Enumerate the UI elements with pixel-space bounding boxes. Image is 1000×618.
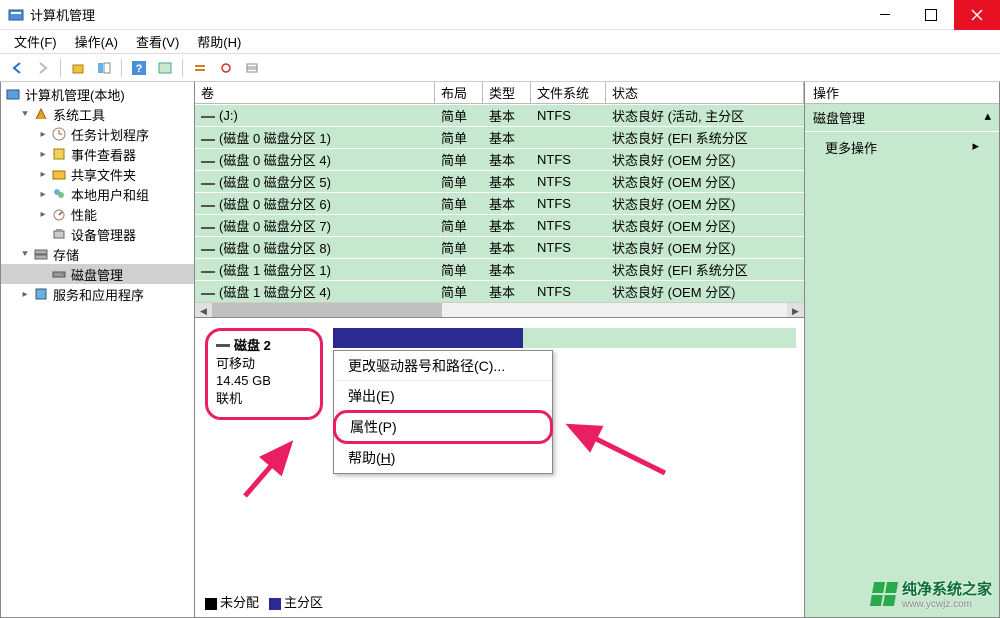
scroll-right-button[interactable]: ▶: [787, 303, 804, 318]
tree-event-viewer[interactable]: ▸事件查看器: [1, 144, 194, 164]
actions-pane: 操作 磁盘管理▴ 更多操作▸: [805, 82, 1000, 618]
disk-graphical-view[interactable]: 磁盘 2 可移动 14.45 GB 联机 更改驱动器号和路径(C)... 弹出(…: [195, 318, 804, 617]
col-fs[interactable]: 文件系统: [531, 82, 606, 103]
volume-row[interactable]: (磁盘 0 磁盘分区 6) 简单 基本 NTFS 状态良好 (OEM 分区): [195, 192, 804, 214]
menu-help[interactable]: 帮助(H): [189, 30, 249, 53]
back-button[interactable]: [6, 57, 28, 79]
menu-change-drive-letter[interactable]: 更改驱动器号和路径(C)...: [334, 351, 552, 381]
tree-local-users[interactable]: ▸本地用户和组: [1, 184, 194, 204]
tree-disk-management[interactable]: 磁盘管理: [1, 264, 194, 284]
annotation-arrow-1: [235, 436, 315, 511]
tree-device-manager[interactable]: 设备管理器: [1, 224, 194, 244]
toolbar-view-button[interactable]: [154, 57, 176, 79]
chevron-right-icon: ▸: [972, 138, 979, 157]
navigation-tree[interactable]: 计算机管理(本地) ⯆系统工具 ▸任务计划程序 ▸事件查看器 ▸共享文件夹 ▸本…: [0, 82, 195, 618]
actions-title[interactable]: 磁盘管理▴: [805, 104, 999, 132]
scroll-left-button[interactable]: ◀: [195, 303, 212, 318]
forward-button[interactable]: [32, 57, 54, 79]
tree-shared-folders[interactable]: ▸共享文件夹: [1, 164, 194, 184]
toolbar-refresh-button[interactable]: [215, 57, 237, 79]
volume-row[interactable]: (磁盘 0 磁盘分区 8) 简单 基本 NTFS 状态良好 (OEM 分区): [195, 236, 804, 258]
col-type[interactable]: 类型: [483, 82, 531, 103]
tree-performance[interactable]: ▸性能: [1, 204, 194, 224]
tree-system-tools[interactable]: ⯆系统工具: [1, 104, 194, 124]
disk-2-partition-bar[interactable]: [333, 328, 796, 348]
tree-task-scheduler[interactable]: ▸任务计划程序: [1, 124, 194, 144]
scroll-thumb[interactable]: [212, 303, 442, 318]
volume-row[interactable]: (磁盘 1 磁盘分区 4) 简单 基本 NTFS 状态良好 (OEM 分区): [195, 280, 804, 302]
volume-row[interactable]: (磁盘 0 磁盘分区 5) 简单 基本 NTFS 状态良好 (OEM 分区): [195, 170, 804, 192]
toolbar-settings-button[interactable]: [189, 57, 211, 79]
menubar: 文件(F) 操作(A) 查看(V) 帮助(H): [0, 30, 1000, 54]
menu-file[interactable]: 文件(F): [6, 30, 65, 53]
svg-text:?: ?: [136, 63, 143, 75]
maximize-button[interactable]: [908, 0, 954, 30]
col-status[interactable]: 状态: [606, 82, 804, 103]
disk-icon: [216, 344, 230, 347]
actions-more[interactable]: 更多操作▸: [805, 132, 999, 163]
legend: 未分配 主分区: [205, 592, 323, 611]
show-hide-tree-button[interactable]: [93, 57, 115, 79]
up-button[interactable]: [67, 57, 89, 79]
tree-root[interactable]: 计算机管理(本地): [1, 84, 194, 104]
toolbar-list-button[interactable]: [241, 57, 263, 79]
main-pane: 卷 布局 类型 文件系统 状态 (J:) 简单 基本 NTFS 状态良好 (活动…: [195, 82, 805, 618]
window-titlebar: 计算机管理: [0, 0, 1000, 30]
menu-properties[interactable]: 属性(P): [333, 410, 553, 444]
window-title: 计算机管理: [30, 5, 95, 24]
volume-header-row: 卷 布局 类型 文件系统 状态: [195, 82, 804, 104]
menu-help[interactable]: 帮助(H): [334, 443, 552, 473]
volume-row[interactable]: (磁盘 0 磁盘分区 1) 简单 基本 状态良好 (EFI 系统分区: [195, 126, 804, 148]
tree-storage[interactable]: ⯆存储: [1, 244, 194, 264]
disk-2-header[interactable]: 磁盘 2 可移动 14.45 GB 联机: [205, 328, 323, 420]
collapse-icon[interactable]: ▴: [984, 108, 991, 127]
close-button[interactable]: [954, 0, 1000, 30]
actions-header: 操作: [805, 82, 999, 104]
app-icon: [8, 7, 24, 23]
toolbar: ?: [0, 54, 1000, 82]
menu-action[interactable]: 操作(A): [67, 30, 126, 53]
volume-row[interactable]: (磁盘 0 磁盘分区 7) 简单 基本 NTFS 状态良好 (OEM 分区): [195, 214, 804, 236]
tree-services[interactable]: ▸服务和应用程序: [1, 284, 194, 304]
col-layout[interactable]: 布局: [435, 82, 483, 103]
annotation-arrow-2: [555, 418, 675, 493]
volume-row[interactable]: (磁盘 0 磁盘分区 4) 简单 基本 NTFS 状态良好 (OEM 分区): [195, 148, 804, 170]
horizontal-scrollbar[interactable]: ◀ ▶: [195, 302, 804, 318]
col-volume[interactable]: 卷: [195, 82, 435, 103]
volume-list[interactable]: 卷 布局 类型 文件系统 状态 (J:) 简单 基本 NTFS 状态良好 (活动…: [195, 82, 804, 318]
menu-view[interactable]: 查看(V): [128, 30, 187, 53]
volume-row[interactable]: (J:) 简单 基本 NTFS 状态良好 (活动, 主分区: [195, 104, 804, 126]
context-menu: 更改驱动器号和路径(C)... 弹出(E) 属性(P) 帮助(H): [333, 350, 553, 474]
volume-row[interactable]: (磁盘 1 磁盘分区 1) 简单 基本 状态良好 (EFI 系统分区: [195, 258, 804, 280]
minimize-button[interactable]: [862, 0, 908, 30]
menu-eject[interactable]: 弹出(E): [334, 381, 552, 411]
help-button[interactable]: ?: [128, 57, 150, 79]
